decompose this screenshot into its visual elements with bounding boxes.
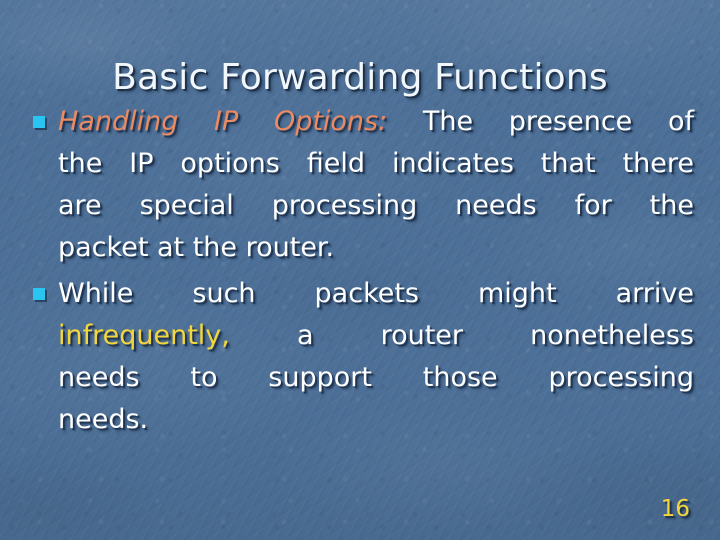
bullet-line-text: a router nonetheless [296,320,694,351]
bullet-lead-emphasis: Handling IP Options: [58,106,388,137]
slide-canvas: Basic Forwarding Functions Handling IP O… [0,0,720,540]
bullet-line: packet at the router. [58,232,335,263]
slide-page-number: 16 [660,496,690,522]
bullet-list: Handling IP Options: The presence of the… [26,101,694,441]
bullet-line: are special processing needs for the [58,190,694,221]
list-item: While such packets might arrive infreque… [26,273,694,441]
bullet-paragraph: While such packets might arrive infreque… [58,273,694,441]
bullet-line: the IP options field indicates that ther… [58,148,694,179]
square-bullet-icon [33,288,45,300]
bullet-line: needs. [58,404,149,435]
bullet-line-text: The presence of [422,106,694,137]
bullet-inline-emphasis: infrequently, [58,320,230,351]
bullet-paragraph: Handling IP Options: The presence of the… [58,101,694,269]
bullet-line: Handling IP Options: The presence of [58,101,694,143]
bullet-line: infrequently, a router nonetheless [58,315,694,357]
list-item: Handling IP Options: The presence of the… [26,101,694,269]
bullet-line: needs to support those processing [58,362,694,393]
square-bullet-icon [33,116,45,128]
bullet-line: While such packets might arrive [58,278,694,309]
slide-title: Basic Forwarding Functions [112,57,608,99]
